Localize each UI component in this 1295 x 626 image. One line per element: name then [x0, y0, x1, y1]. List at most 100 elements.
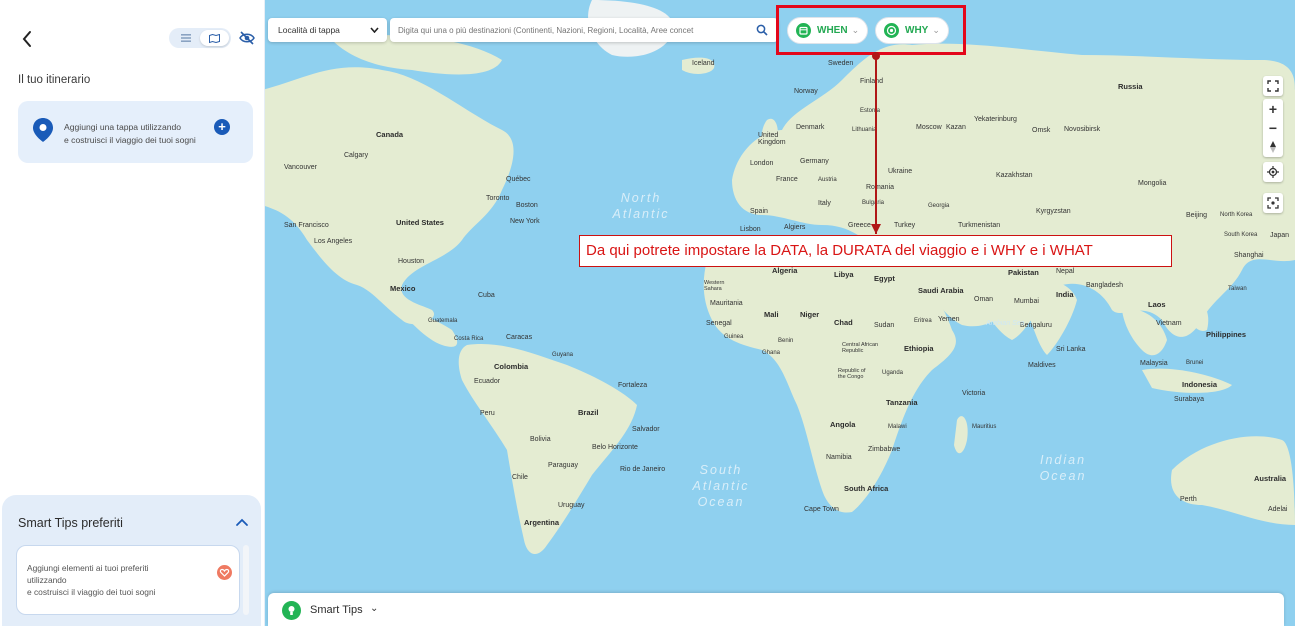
zoom-controls: + −: [1263, 99, 1283, 157]
map-label-congo: Republic of the Congo: [838, 368, 866, 380]
map-label-ethiopia: Ethiopia: [904, 344, 934, 353]
map-label-denmark: Denmark: [796, 124, 825, 131]
compass-icon[interactable]: [1263, 137, 1283, 156]
map-label-uganda: Uganda: [882, 370, 904, 376]
eye-off-icon[interactable]: [238, 29, 256, 47]
favorites-line3: e costruisci il viaggio dei tuoi sogni: [27, 587, 156, 597]
map-label-san-francisco: San Francisco: [284, 222, 329, 229]
map-label-boston: Boston: [516, 202, 538, 209]
map-label-benin: Benin: [778, 338, 794, 344]
map-label-kazakhstan: Kazakhstan: [996, 172, 1033, 179]
map-label-south-korea: South Korea: [1224, 232, 1258, 238]
favorite-smart-tips-panel: Smart Tips preferiti Aggiungi elementi a…: [2, 495, 261, 626]
map-label-sudan: Sudan: [874, 322, 895, 329]
annotation-arrow-head: [871, 224, 881, 234]
world-map[interactable]: Iceland Sweden Finland Norway Russia Est…: [262, 0, 1295, 626]
map-label-tanzania: Tanzania: [886, 398, 918, 407]
map-label-egypt: Egypt: [874, 274, 895, 283]
map-label-caracas: Caracas: [506, 334, 533, 341]
destination-search[interactable]: [390, 18, 778, 42]
map-label-houston: Houston: [398, 258, 425, 265]
map-label-los-angeles: Los Angeles: [314, 238, 353, 245]
locate-me-icon[interactable]: [1263, 162, 1283, 182]
app-root: Iceland Sweden Finland Norway Russia Est…: [0, 0, 1295, 626]
map-label-algiers: Algiers: [784, 224, 806, 231]
map-label-arabian-sea: Arabian Sea: [986, 320, 1025, 327]
map-label-georgia: Georgia: [928, 203, 950, 209]
map-label-laos: Laos: [1148, 300, 1166, 309]
favorites-line1: Aggiungi elementi ai tuoi preferiti: [27, 563, 149, 573]
map-label-sri-lanka: Sri Lanka: [1056, 346, 1086, 353]
ocean-label-north-atlantic: North Atlantic: [612, 191, 670, 221]
map-label-car: Central African Republic: [842, 342, 879, 354]
add-stage-plus-button[interactable]: +: [214, 119, 230, 135]
map-label-namibia: Namibia: [826, 454, 852, 461]
map-label-ukraine: Ukraine: [888, 168, 913, 175]
favorites-scrollbar[interactable]: [243, 545, 249, 615]
map-label-niger: Niger: [800, 310, 820, 319]
heart-icon[interactable]: [217, 565, 232, 580]
map-label-north-korea: North Korea: [1220, 212, 1253, 218]
map-label-new-york: New York: [510, 218, 540, 225]
map-label-paraguay: Paraguay: [548, 462, 578, 469]
map-label-australia: Australia: [1254, 474, 1287, 483]
back-arrow-icon[interactable]: [18, 28, 36, 50]
map-label-angola: Angola: [830, 420, 856, 429]
map-view-icon[interactable]: [200, 30, 229, 46]
destination-search-input[interactable]: [398, 22, 748, 38]
map-label-austria: Austria: [818, 177, 837, 183]
map-label-finland: Finland: [860, 78, 883, 85]
stage-type-select[interactable]: Località di tappa: [268, 18, 387, 42]
focus-area-icon[interactable]: [1263, 193, 1283, 213]
map-label-bangladesh: Bangladesh: [1086, 282, 1123, 289]
map-label-belo-horizonte: Belo Horizonte: [592, 444, 638, 451]
map-label-algeria: Algeria: [772, 266, 798, 275]
list-view-icon[interactable]: [171, 30, 200, 46]
search-icon[interactable]: [756, 24, 768, 36]
location-pin-icon: [33, 118, 53, 142]
map-label-nepal: Nepal: [1056, 268, 1075, 275]
fullscreen-icon[interactable]: [1263, 76, 1283, 96]
map-label-quebec: Québec: [506, 176, 531, 183]
map-label-rio: Rio de Janeiro: [620, 466, 666, 473]
map-label-romania: Romania: [866, 184, 895, 191]
map-label-estonia: Estonia: [860, 108, 881, 114]
map-label-japan: Japan: [1270, 232, 1290, 239]
map-label-toronto: Toronto: [486, 195, 510, 202]
view-mode-toggle[interactable]: [169, 28, 231, 48]
map-label-united-states: United States: [396, 218, 444, 227]
chevron-down-icon: [370, 27, 379, 33]
chevron-down-icon[interactable]: ⌄: [370, 603, 378, 614]
zoom-in-button[interactable]: +: [1263, 99, 1283, 118]
map-label-cuba: Cuba: [478, 292, 495, 299]
map-label-omsk: Omsk: [1032, 127, 1051, 134]
zoom-out-button[interactable]: −: [1263, 118, 1283, 137]
map-label-chad: Chad: [834, 318, 853, 327]
map-label-ghana: Ghana: [762, 350, 781, 356]
map-label-cape-town: Cape Town: [804, 506, 839, 513]
favorite-smart-tips-title: Smart Tips preferiti: [18, 516, 123, 530]
add-stage-text: Aggiungi una tappa utilizzando e costrui…: [64, 121, 234, 147]
map-label-malawi: Malawi: [888, 424, 907, 430]
map-label-zimbabwe: Zimbabwe: [868, 446, 901, 453]
map-label-guyana: Guyana: [552, 352, 574, 358]
annotation-arrow-line: [875, 54, 877, 234]
map-label-moscow: Moscow: [916, 124, 942, 131]
map-label-mexico: Mexico: [390, 284, 416, 293]
map-label-turkey: Turkey: [894, 222, 916, 229]
map-label-germany: Germany: [800, 158, 829, 165]
map-label-bolivia: Bolivia: [530, 436, 551, 443]
chevron-up-icon[interactable]: [235, 515, 249, 529]
map-label-libya: Libya: [834, 270, 854, 279]
favorites-text: Aggiungi elementi ai tuoi preferiti util…: [27, 562, 197, 598]
map-label-lisbon: Lisbon: [740, 226, 761, 233]
map-label-salvador: Salvador: [632, 426, 660, 433]
map-label-south-africa: South Africa: [844, 484, 889, 493]
map-label-chile: Chile: [512, 474, 528, 481]
add-stage-card: Aggiungi una tappa utilizzando e costrui…: [18, 101, 253, 163]
map-label-surabaya: Surabaya: [1174, 396, 1204, 403]
smart-tips-label: Smart Tips: [310, 604, 363, 616]
map-label-sweden: Sweden: [828, 60, 854, 67]
map-label-colombia: Colombia: [494, 362, 529, 371]
smart-tips-bar[interactable]: Smart Tips ⌄: [268, 593, 1284, 626]
